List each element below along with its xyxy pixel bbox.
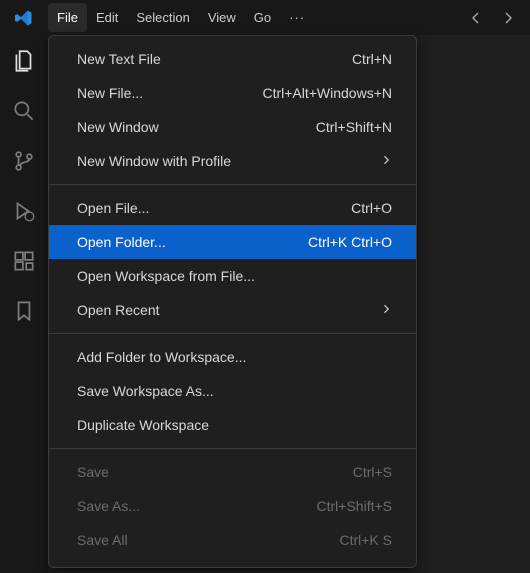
- menu-selection[interactable]: Selection: [127, 3, 198, 32]
- arrow-right-icon: [500, 10, 516, 26]
- menu-item-save[interactable]: Save Ctrl+S: [49, 455, 416, 489]
- menu-item-label: Open Folder...: [77, 234, 166, 250]
- menu-item-open-file[interactable]: Open File... Ctrl+O: [49, 191, 416, 225]
- menu-item-label: Save: [77, 464, 109, 480]
- menu-item-shortcut: Ctrl+Shift+N: [316, 119, 392, 135]
- menu-item-shortcut: Ctrl+K S: [339, 532, 392, 548]
- menu-item-new-text-file[interactable]: New Text File Ctrl+N: [49, 42, 416, 76]
- menu-item-duplicate-workspace[interactable]: Duplicate Workspace: [49, 408, 416, 442]
- activity-bar: [0, 35, 48, 573]
- app-logo: [0, 9, 48, 27]
- search-icon: [11, 98, 37, 124]
- menu-item-save-all[interactable]: Save All Ctrl+K S: [49, 523, 416, 557]
- nav-arrows: [464, 6, 530, 30]
- title-bar: File Edit Selection View Go ···: [0, 0, 530, 35]
- menu-item-label: Save Workspace As...: [77, 383, 214, 399]
- menu-bar: File Edit Selection View Go ···: [48, 3, 314, 32]
- extensions-icon: [11, 248, 37, 274]
- menu-item-shortcut: Ctrl+O: [351, 200, 392, 216]
- menu-view-label: View: [208, 10, 236, 25]
- activity-search[interactable]: [10, 97, 38, 125]
- menu-separator: [49, 333, 416, 334]
- menu-item-open-recent[interactable]: Open Recent: [49, 293, 416, 327]
- menu-item-shortcut: Ctrl+Alt+Windows+N: [262, 85, 392, 101]
- menu-item-label: Save All: [77, 532, 128, 548]
- nav-back-button[interactable]: [464, 6, 488, 30]
- menu-file-label: File: [57, 10, 78, 25]
- bookmark-icon: [11, 298, 37, 324]
- menu-edit[interactable]: Edit: [87, 3, 127, 32]
- activity-bookmarks[interactable]: [10, 297, 38, 325]
- menu-view[interactable]: View: [199, 3, 245, 32]
- menu-file[interactable]: File: [48, 3, 87, 32]
- activity-extensions[interactable]: [10, 247, 38, 275]
- arrow-left-icon: [468, 10, 484, 26]
- menu-item-new-window-profile[interactable]: New Window with Profile: [49, 144, 416, 178]
- nav-forward-button[interactable]: [496, 6, 520, 30]
- menu-item-shortcut: Ctrl+Shift+S: [317, 498, 392, 514]
- chevron-right-icon: [380, 303, 392, 315]
- menu-item-shortcut: Ctrl+K Ctrl+O: [308, 234, 392, 250]
- menu-selection-label: Selection: [136, 10, 189, 25]
- menu-item-label: Open File...: [77, 200, 149, 216]
- menu-item-label: New Text File: [77, 51, 161, 67]
- menu-item-label: Save As...: [77, 498, 140, 514]
- files-icon: [11, 48, 37, 74]
- menu-item-save-workspace-as[interactable]: Save Workspace As...: [49, 374, 416, 408]
- menu-item-label: Open Workspace from File...: [77, 268, 255, 284]
- menu-more-label: ···: [289, 10, 305, 25]
- menu-item-add-folder[interactable]: Add Folder to Workspace...: [49, 340, 416, 374]
- activity-run-debug[interactable]: [10, 197, 38, 225]
- menu-item-label: New File...: [77, 85, 143, 101]
- menu-item-label: New Window: [77, 119, 159, 135]
- menu-item-save-as[interactable]: Save As... Ctrl+Shift+S: [49, 489, 416, 523]
- menu-go[interactable]: Go: [245, 3, 280, 32]
- menu-item-label: New Window with Profile: [77, 153, 231, 169]
- menu-item-open-workspace[interactable]: Open Workspace from File...: [49, 259, 416, 293]
- menu-item-label: Add Folder to Workspace...: [77, 349, 246, 365]
- menu-go-label: Go: [254, 10, 271, 25]
- menu-item-new-window[interactable]: New Window Ctrl+Shift+N: [49, 110, 416, 144]
- menu-edit-label: Edit: [96, 10, 118, 25]
- menu-item-shortcut: Ctrl+N: [352, 51, 392, 67]
- submenu-chevron: [380, 153, 392, 169]
- chevron-right-icon: [380, 154, 392, 166]
- submenu-chevron: [380, 302, 392, 318]
- menu-separator: [49, 448, 416, 449]
- vscode-logo-icon: [15, 9, 33, 27]
- menu-item-label: Duplicate Workspace: [77, 417, 209, 433]
- play-bug-icon: [11, 198, 37, 224]
- file-menu-dropdown: New Text File Ctrl+N New File... Ctrl+Al…: [48, 35, 417, 568]
- menu-item-open-folder[interactable]: Open Folder... Ctrl+K Ctrl+O: [49, 225, 416, 259]
- menu-item-shortcut: Ctrl+S: [353, 464, 392, 480]
- git-branch-icon: [11, 148, 37, 174]
- menu-separator: [49, 184, 416, 185]
- activity-explorer[interactable]: [10, 47, 38, 75]
- menu-item-new-file[interactable]: New File... Ctrl+Alt+Windows+N: [49, 76, 416, 110]
- activity-source-control[interactable]: [10, 147, 38, 175]
- menu-item-label: Open Recent: [77, 302, 160, 318]
- menu-more[interactable]: ···: [280, 3, 314, 32]
